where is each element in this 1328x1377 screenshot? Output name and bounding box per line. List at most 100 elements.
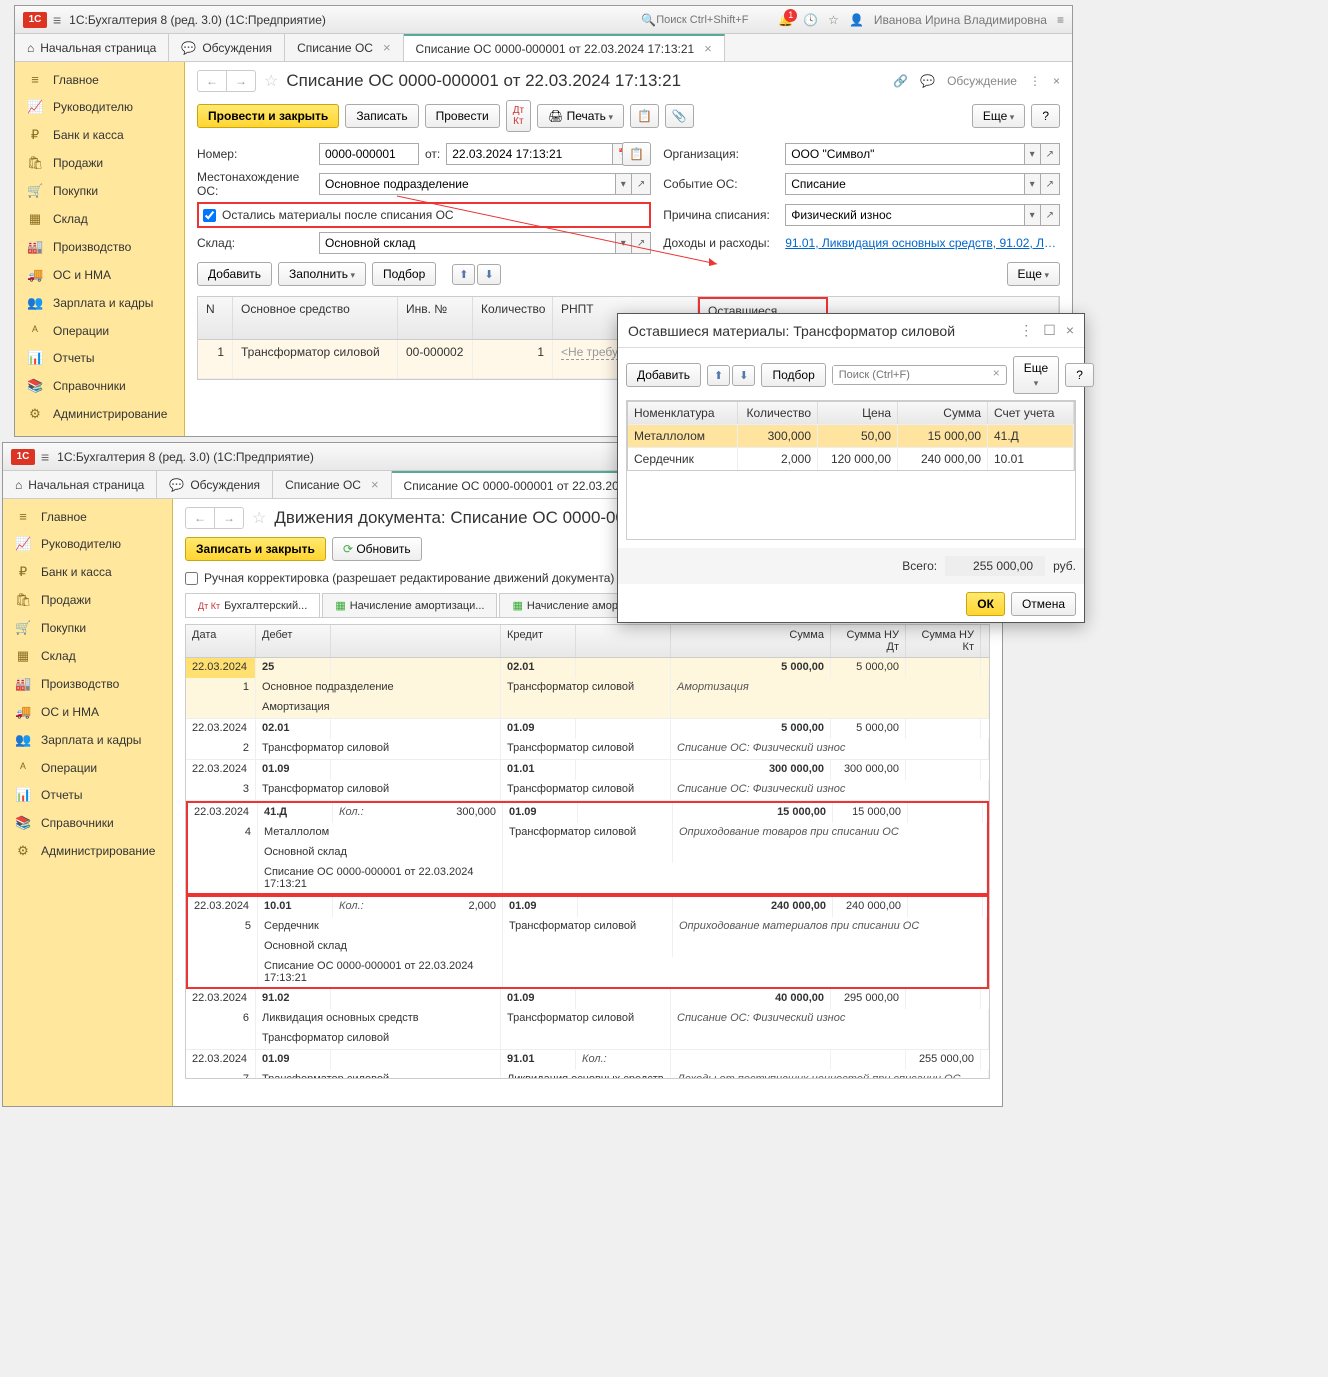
table-row[interactable]: Сердечник2,000120 000,00240 000,0010.01 (628, 447, 1074, 470)
menu-icon[interactable]: ≡ (41, 449, 49, 465)
up-icon[interactable]: ⬆ (452, 264, 475, 285)
post-button[interactable]: Провести (425, 104, 500, 128)
open-icon[interactable]: ↗ (1041, 143, 1060, 165)
dropdown-icon[interactable]: ▾ (1025, 173, 1041, 195)
search-input[interactable] (656, 14, 766, 26)
warehouse-input[interactable] (319, 232, 616, 254)
sidebar-item[interactable]: 🛒Покупки (15, 177, 184, 205)
sidebar-item[interactable]: ▦Склад (15, 205, 184, 233)
global-search[interactable]: 🔍 (641, 13, 766, 27)
movement-row[interactable]: 22.03.2024 01.09 01.01 300 000,00 300 00… (186, 760, 989, 801)
sidebar-item[interactable]: 🏭Производство (3, 670, 172, 698)
sidebar-item[interactable]: ₽Банк и касса (15, 121, 184, 149)
loc-input[interactable] (319, 173, 616, 195)
print-button[interactable]: 🖨 Печать (537, 104, 624, 128)
close-icon[interactable]: × (383, 40, 391, 55)
back-icon[interactable]: ← (198, 71, 227, 91)
materials-checkbox[interactable] (203, 209, 216, 222)
movement-row[interactable]: 22.03.2024 10.01 Кол.: 2,000 01.09 240 0… (186, 895, 989, 989)
user-icon[interactable]: 👤 (849, 13, 864, 27)
col-inv[interactable]: Инв. № (398, 297, 473, 339)
sidebar-item[interactable]: 🛍Продажи (3, 586, 172, 614)
income-link[interactable]: 91.01, Ликвидация основных средств, 91.0… (785, 236, 1060, 250)
save-close-button[interactable]: Записать и закрыть (185, 537, 326, 561)
chat-icon[interactable]: 💬 (920, 74, 935, 88)
more-icon[interactable]: ⋮ (1029, 74, 1041, 88)
nav-arrows[interactable]: ←→ (197, 70, 256, 92)
more-button[interactable]: Еще (1007, 262, 1060, 286)
movement-row[interactable]: 22.03.2024 25 02.01 5 000,00 5 000,00 1 … (186, 658, 989, 719)
back-icon[interactable]: ← (186, 508, 215, 528)
up-icon[interactable]: ⬆ (707, 365, 730, 386)
tab-writeoff[interactable]: Списание ОС× (285, 34, 403, 61)
dropdown-icon[interactable]: ▾ (1025, 143, 1041, 165)
link-icon[interactable]: 🔗 (893, 74, 908, 88)
sidebar-item[interactable]: 📊Отчеты (3, 781, 172, 809)
manual-checkbox[interactable] (185, 572, 198, 585)
dropdown-icon[interactable]: ▾ (616, 173, 632, 195)
unknown-icon[interactable]: 📋 (622, 142, 651, 166)
forward-icon[interactable]: → (227, 71, 255, 91)
dropdown-icon[interactable]: ▾ (1025, 204, 1041, 226)
down-icon[interactable]: ⬇ (477, 264, 500, 285)
save-button[interactable]: Записать (345, 104, 418, 128)
org-input[interactable] (785, 143, 1024, 165)
more-icon[interactable]: ⋮ (1019, 322, 1033, 339)
sidebar-item[interactable]: 🚚ОС и НМА (3, 698, 172, 726)
close-icon[interactable]: × (1066, 322, 1074, 339)
forward-icon[interactable]: → (215, 508, 243, 528)
col-asset[interactable]: Основное средство (233, 297, 398, 339)
sidebar-item[interactable]: ⚙Администрирование (3, 837, 172, 865)
sidebar-item[interactable]: ▦Склад (3, 642, 172, 670)
tab-home[interactable]: ⌂Начальная страница (15, 34, 169, 61)
open-icon[interactable]: ↗ (632, 173, 651, 195)
close-icon[interactable]: × (1053, 74, 1060, 88)
movement-row[interactable]: 22.03.2024 01.09 91.01 Кол.: 255 000,00 … (186, 1050, 989, 1078)
sidebar-item[interactable]: ₽Банк и касса (3, 558, 172, 586)
user-name[interactable]: Иванова Ирина Владимировна (874, 13, 1047, 27)
more-button[interactable]: Еще (972, 104, 1025, 128)
sidebar-item[interactable]: 👥Зарплата и кадры (15, 289, 184, 317)
movement-row[interactable]: 22.03.2024 91.02 01.09 40 000,00 295 000… (186, 989, 989, 1050)
create-based-icon[interactable]: 📋 (630, 104, 659, 128)
search-input[interactable] (833, 366, 987, 384)
down-icon[interactable]: ⬇ (732, 365, 755, 386)
maximize-icon[interactable]: ☐ (1043, 322, 1056, 339)
attach-icon[interactable]: 📎 (665, 104, 694, 128)
dialog-search[interactable]: × (832, 365, 1007, 385)
tab-home[interactable]: ⌂Начальная страница (3, 471, 157, 498)
sidebar-item[interactable]: 📊Отчеты (15, 344, 184, 372)
reason-input[interactable] (785, 204, 1024, 226)
add-button[interactable]: Добавить (197, 262, 272, 286)
refresh-button[interactable]: ⟳ Обновить (332, 537, 422, 561)
clear-icon[interactable]: × (987, 366, 1006, 384)
add-button[interactable]: Добавить (626, 363, 701, 387)
sidebar-item[interactable]: ⚙Администрирование (15, 400, 184, 428)
mov-tab-accounting[interactable]: Дт КтБухгалтерский... (185, 593, 320, 617)
more-button[interactable]: Еще (1013, 356, 1059, 394)
ok-button[interactable]: ОК (966, 592, 1005, 616)
tab-discussions[interactable]: 💬Обсуждения (169, 34, 285, 61)
open-icon[interactable]: ↗ (1041, 204, 1060, 226)
favorite-icon[interactable]: ☆ (264, 71, 278, 91)
tab-discussions[interactable]: 💬Обсуждения (157, 471, 273, 498)
fill-button[interactable]: Заполнить (278, 262, 366, 286)
dropdown-icon[interactable]: ▾ (616, 232, 632, 254)
tab-writeoff[interactable]: Списание ОС× (273, 471, 391, 498)
sidebar-item[interactable]: ≡Главное (15, 66, 184, 93)
select-button[interactable]: Подбор (761, 363, 825, 387)
sidebar-item[interactable]: ᴬОперации (3, 754, 172, 781)
open-icon[interactable]: ↗ (632, 232, 651, 254)
sidebar-item[interactable]: 📚Справочники (15, 372, 184, 400)
sidebar-item[interactable]: 👥Зарплата и кадры (3, 726, 172, 754)
sidebar-item[interactable]: 🛍Продажи (15, 149, 184, 177)
number-input[interactable] (319, 143, 419, 165)
event-input[interactable] (785, 173, 1024, 195)
sidebar-item[interactable]: ᴬОперации (15, 317, 184, 344)
dt-kt-icon[interactable]: ДтКт (506, 100, 531, 132)
col-n[interactable]: N (198, 297, 233, 339)
sidebar-item[interactable]: 📈Руководителю (3, 530, 172, 558)
mov-tab-amort1[interactable]: ▦Начисление амортизаци... (322, 593, 497, 617)
table-row[interactable]: Металлолом300,00050,0015 000,0041.Д (628, 424, 1074, 447)
help-button[interactable]: ? (1065, 363, 1094, 387)
